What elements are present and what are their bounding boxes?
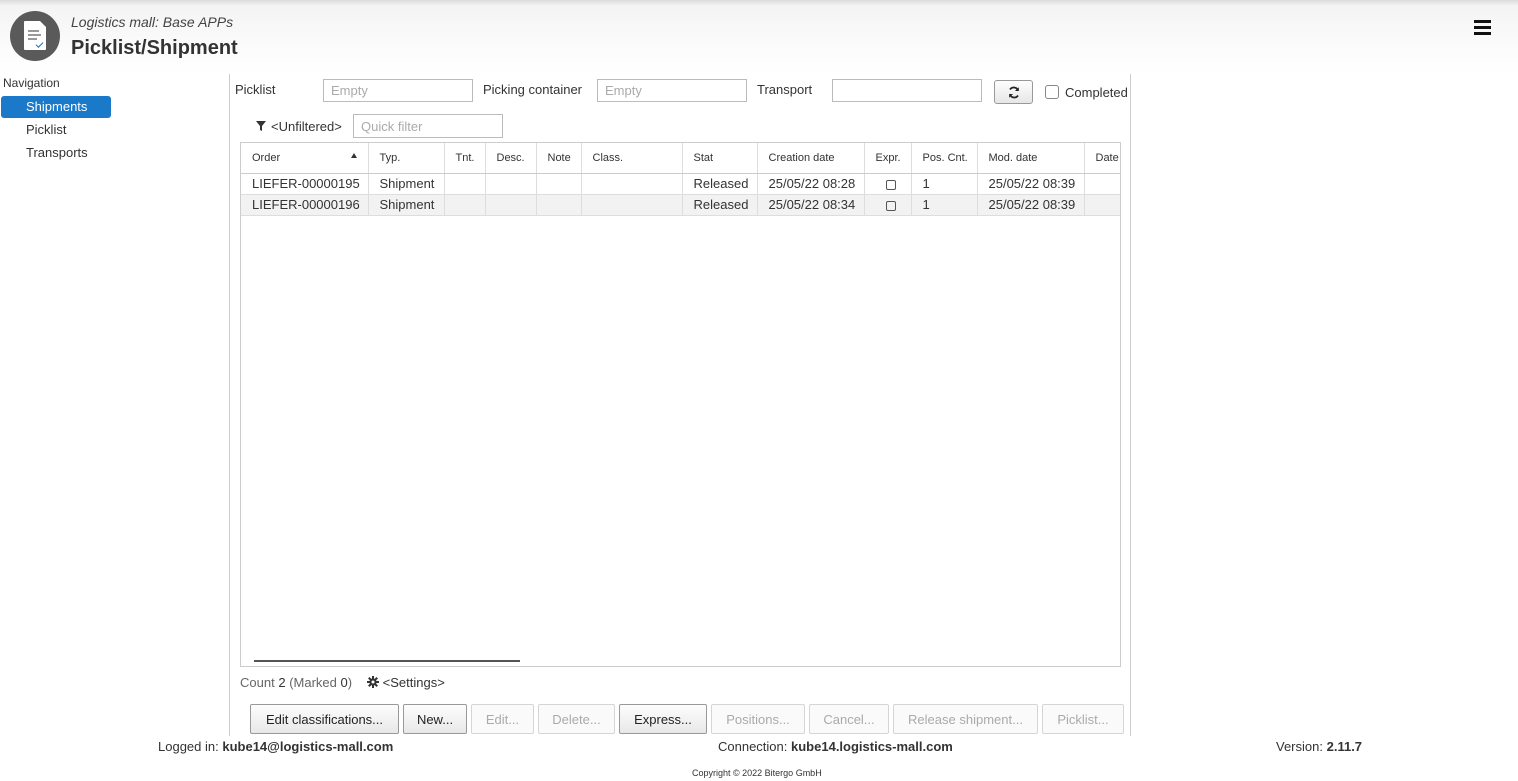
column-header-mod-date[interactable]: Mod. date [977, 143, 1085, 174]
edit-button[interactable]: Edit... [471, 704, 534, 734]
cell-mod-date: 25/05/22 08:39 [977, 173, 1085, 195]
cell-typ: Shipment [368, 173, 445, 195]
sidebar-item-shipments[interactable]: Shipments [1, 96, 111, 118]
express-button[interactable]: Express... [619, 704, 707, 734]
positions-button[interactable]: Positions... [711, 704, 805, 734]
transport-input[interactable] [832, 79, 982, 102]
quick-filter-input[interactable] [353, 114, 503, 138]
app-subtitle: Logistics mall: Base APPs [71, 14, 234, 30]
column-header-tnt[interactable]: Tnt. [444, 143, 486, 174]
page-title: Picklist/Shipment [71, 37, 238, 59]
cell-date [1084, 194, 1120, 216]
cell-pos-cnt: 1 [911, 173, 978, 195]
express-checkbox[interactable] [885, 200, 896, 211]
column-header-expr[interactable]: Expr. [864, 143, 912, 174]
copyright: Copyright © 2022 Bitergo GmbH [692, 768, 822, 778]
table-row[interactable]: LIEFER-00000195 Shipment Released 25/05/… [241, 173, 1120, 195]
cell-typ: Shipment [368, 194, 445, 216]
shipments-table: Order Typ. Tnt. Desc. Note Class. Stat C… [240, 142, 1121, 667]
picklist-input[interactable] [323, 79, 473, 102]
cancel-button[interactable]: Cancel... [809, 704, 889, 734]
cell-creation-date: 25/05/22 08:28 [757, 173, 865, 195]
cell-desc [485, 194, 537, 216]
nav-divider [229, 74, 230, 736]
picklist-button[interactable]: Picklist... [1042, 704, 1124, 734]
column-header-desc[interactable]: Desc. [485, 143, 537, 174]
table-row[interactable]: LIEFER-00000196 Shipment Released 25/05/… [241, 194, 1120, 216]
picking-container-input[interactable] [597, 79, 747, 102]
cell-creation-date: 25/05/22 08:34 [757, 194, 865, 216]
cell-order: LIEFER-00000196 [241, 194, 369, 216]
cell-class [581, 173, 683, 195]
delete-button[interactable]: Delete... [538, 704, 615, 734]
refresh-button[interactable] [994, 80, 1033, 104]
settings-label: <Settings> [382, 675, 445, 690]
picklist-label: Picklist [235, 82, 276, 97]
new-button[interactable]: New... [403, 704, 467, 734]
column-header-pos-cnt[interactable]: Pos. Cnt. [911, 143, 978, 174]
release-shipment-button[interactable]: Release shipment... [893, 704, 1038, 734]
horizontal-scrollbar[interactable] [254, 660, 520, 662]
navigation-title: Navigation [3, 76, 60, 90]
document-check-icon [10, 11, 60, 61]
column-header-note[interactable]: Note [536, 143, 582, 174]
transport-label: Transport [757, 82, 813, 97]
sort-ascending-icon [351, 153, 357, 158]
cell-desc [485, 173, 537, 195]
cell-class [581, 194, 683, 216]
sidebar-item-transports[interactable]: Transports [1, 142, 111, 164]
cell-stat: Released [682, 173, 758, 195]
logged-in-info: Logged in: kube14@logistics-mall.com [158, 739, 394, 754]
column-header-typ[interactable]: Typ. [368, 143, 445, 174]
completed-checkbox[interactable] [1045, 85, 1059, 99]
cell-pos-cnt: 1 [911, 194, 978, 216]
cell-expr [864, 194, 912, 216]
filter-icon[interactable] [256, 121, 266, 131]
sidebar-item-picklist[interactable]: Picklist [1, 119, 111, 141]
column-header-date[interactable]: Date [1084, 143, 1120, 174]
edit-classifications-button[interactable]: Edit classifications... [250, 704, 399, 734]
app-header: Logistics mall: Base APPs Picklist/Shipm… [0, 0, 1518, 74]
express-checkbox[interactable] [885, 179, 896, 190]
gear-icon [367, 676, 379, 688]
refresh-icon [1009, 86, 1019, 99]
cell-note [536, 194, 582, 216]
picking-container-label: Picking container [483, 82, 582, 97]
unfiltered-link[interactable]: <Unfiltered> [271, 119, 342, 134]
completed-label: Completed [1065, 85, 1128, 100]
column-header-class[interactable]: Class. [581, 143, 683, 174]
settings-link[interactable]: <Settings> [367, 675, 445, 690]
cell-mod-date: 25/05/22 08:39 [977, 194, 1085, 216]
column-header-order[interactable]: Order [241, 143, 369, 174]
connection-info: Connection: kube14.logistics-mall.com [718, 739, 953, 754]
column-header-stat[interactable]: Stat [682, 143, 758, 174]
column-header-creation-date[interactable]: Creation date [757, 143, 865, 174]
version-info: Version: 2.11.7 [1276, 739, 1363, 754]
cell-tnt [444, 173, 486, 195]
hamburger-icon[interactable] [1474, 20, 1491, 36]
cell-order: LIEFER-00000195 [241, 173, 369, 195]
cell-tnt [444, 194, 486, 216]
cell-date [1084, 173, 1120, 195]
table-header-row: Order Typ. Tnt. Desc. Note Class. Stat C… [241, 143, 1120, 174]
main-divider [1130, 74, 1131, 736]
cell-expr [864, 173, 912, 195]
cell-note [536, 173, 582, 195]
cell-stat: Released [682, 194, 758, 216]
record-count: Count 2 (Marked 0) [240, 675, 353, 690]
